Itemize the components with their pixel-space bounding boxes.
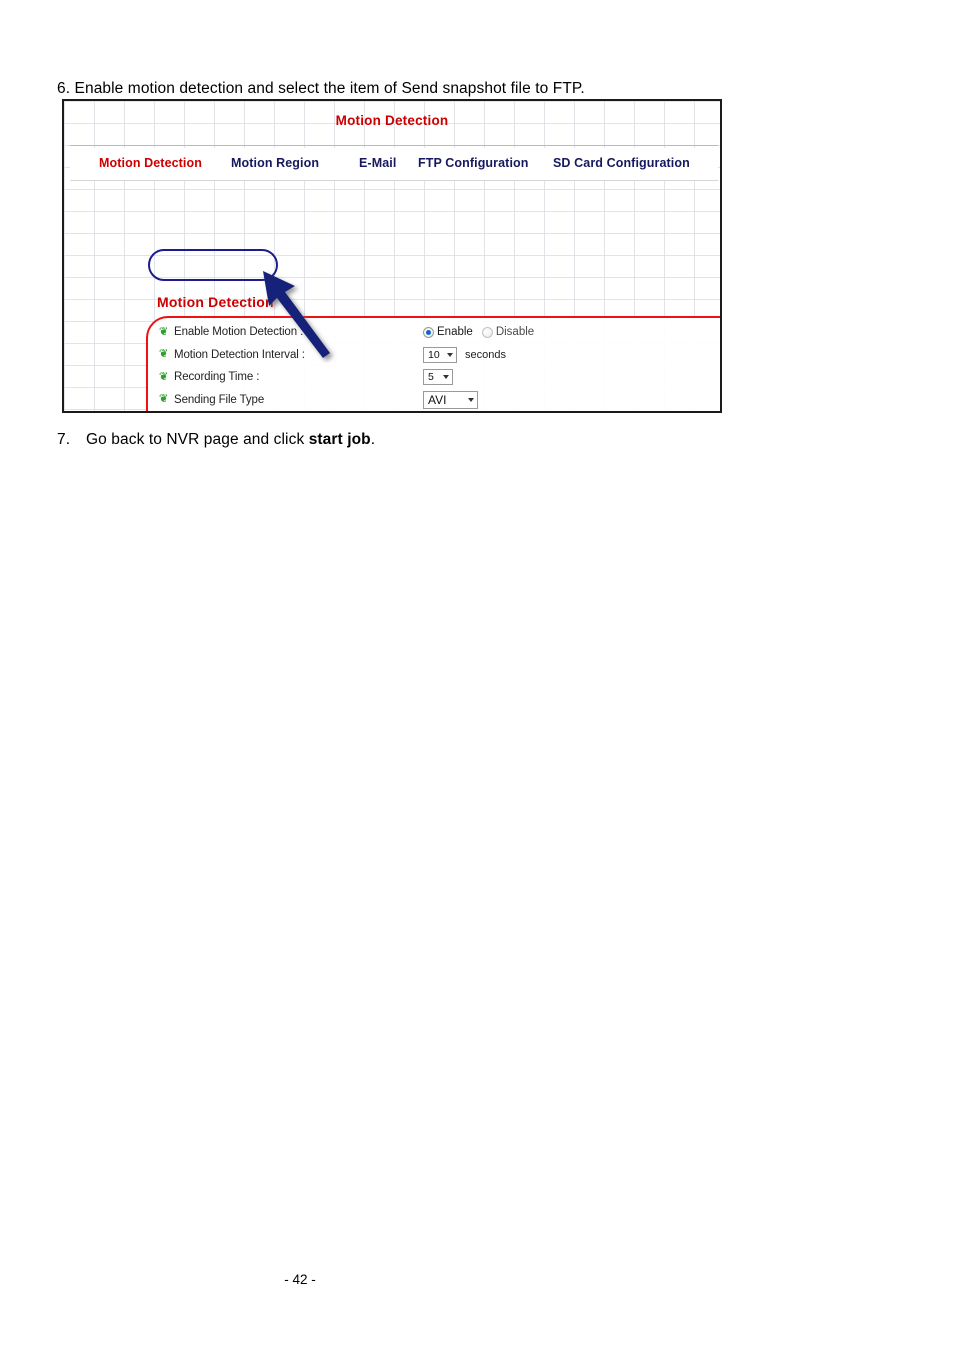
- step-7-bold-term: start job: [308, 431, 371, 448]
- interval-unit-label: seconds: [465, 348, 506, 361]
- form-row-enable-motion-detection: ❦ Enable Motion Detection : Enable Disab…: [159, 321, 629, 344]
- tab-motion-region[interactable]: Motion Region: [231, 156, 319, 170]
- select-recording-time[interactable]: 5: [423, 369, 453, 386]
- page-number: - 42 -: [284, 1272, 316, 1287]
- title-divider: [70, 145, 718, 146]
- chevron-down-icon: [443, 375, 449, 380]
- tab-bar: Motion Detection Motion Region E-Mail FT…: [70, 148, 718, 181]
- row-control: AVI: [423, 390, 478, 409]
- row-label: Enable Motion Detection :: [174, 326, 304, 339]
- select-sending-file-type[interactable]: AVI: [423, 390, 478, 409]
- row-label: Sending File Type: [174, 393, 265, 406]
- step-7-text-before: Go back to NVR page and click: [86, 431, 309, 448]
- form-row-motion-detection-interval: ❦ Motion Detection Interval : 10 seconds: [159, 344, 629, 367]
- green-check-icon: ❦: [159, 393, 169, 406]
- step-6-instruction: 6. Enable motion detection and select th…: [57, 80, 585, 97]
- form-row-recording-time: ❦ Recording Time : 5: [159, 366, 629, 389]
- green-check-icon: ❦: [159, 325, 169, 338]
- green-check-icon: ❦: [159, 370, 169, 383]
- blue-ellipse-annotation: [148, 249, 278, 281]
- select-value: 5: [428, 371, 434, 384]
- form-row-sending-file-type: ❦ Sending File Type AVI: [159, 389, 629, 412]
- radio-option-enable[interactable]: Enable: [423, 326, 473, 338]
- row-label: Motion Detection Interval :: [174, 348, 305, 361]
- step-7-number: 7.: [57, 431, 71, 448]
- tab-sd-card-configuration[interactable]: SD Card Configuration: [553, 156, 690, 170]
- tab-email[interactable]: E-Mail: [359, 156, 396, 170]
- tab-motion-detection[interactable]: Motion Detection: [99, 156, 202, 170]
- radio-disable-label: Disable: [495, 326, 535, 339]
- select-value: 10: [428, 348, 440, 361]
- step-7-text-after: .: [370, 431, 376, 448]
- form-row-send-snapshot-ftp: ❦ Send snapshot file to FTP Enable Disab…: [159, 411, 629, 413]
- tab-ftp-configuration[interactable]: FTP Configuration: [418, 156, 528, 170]
- green-check-icon: ❦: [159, 348, 169, 361]
- radio-option-disable[interactable]: Disable: [481, 326, 535, 339]
- step-7-instruction: Go back to NVR page and click start job.: [86, 431, 375, 449]
- row-label: Recording Time :: [174, 371, 260, 384]
- chevron-down-icon: [447, 352, 453, 357]
- radio-enable-icon[interactable]: [423, 326, 434, 338]
- row-control: 5: [423, 369, 453, 386]
- capture-page-title: Motion Detection: [335, 113, 449, 128]
- row-control: 10 seconds: [423, 346, 506, 363]
- select-motion-detection-interval[interactable]: 10: [423, 346, 457, 363]
- radio-enable-label: Enable: [437, 326, 473, 339]
- chevron-down-icon: [468, 397, 474, 402]
- section-heading-motion-detection: Motion Detection: [157, 294, 274, 310]
- embedded-screenshot-figure: Motion Detection Motion Detection Motion…: [62, 99, 722, 413]
- radio-group-enable-motion-detection: Enable Disable: [423, 326, 543, 338]
- select-value: AVI: [428, 392, 447, 407]
- motion-detection-form: ❦ Enable Motion Detection : Enable Disab…: [159, 321, 629, 413]
- radio-disable-icon[interactable]: [481, 326, 493, 338]
- row-control: Enable Disable: [423, 326, 543, 338]
